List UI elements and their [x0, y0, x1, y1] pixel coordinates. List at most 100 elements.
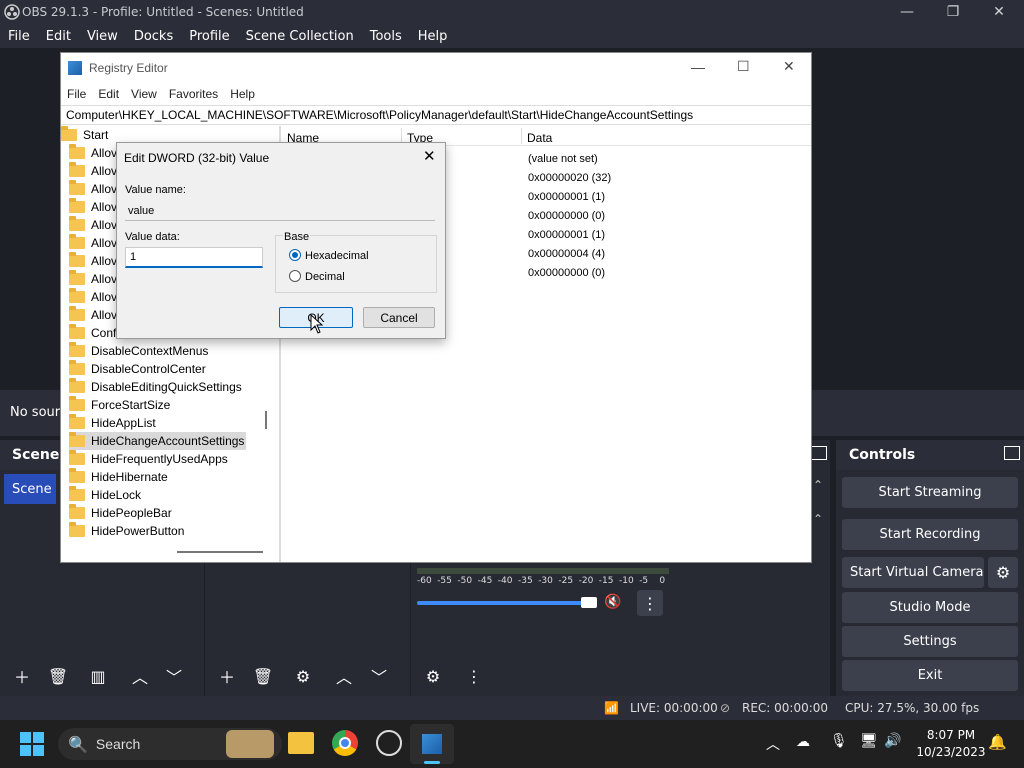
- chevron-updown-icon[interactable]: ⌃: [813, 512, 823, 526]
- tree-item[interactable]: Allov: [69, 288, 117, 306]
- tree-item-start[interactable]: Start: [61, 126, 108, 144]
- add-scene-plus-icon[interactable]: ＋: [8, 663, 36, 689]
- file-explorer-icon[interactable]: [288, 732, 314, 754]
- source-down-chevron-icon[interactable]: ﹀: [365, 663, 393, 689]
- onedrive-icon[interactable]: ☁: [796, 734, 810, 750]
- menu-docks[interactable]: Docks: [126, 29, 181, 44]
- reg-menu-favorites[interactable]: Favorites: [169, 87, 218, 101]
- folder-icon: [69, 342, 85, 357]
- chrome-icon[interactable]: [332, 730, 358, 756]
- tree-item[interactable]: DisableControlCenter: [69, 360, 206, 378]
- tree-scrollbar-thumb[interactable]: [265, 411, 267, 429]
- volume-slider-handle[interactable]: [581, 597, 597, 608]
- menu-profile[interactable]: Profile: [181, 29, 237, 44]
- menu-file[interactable]: File: [0, 29, 38, 44]
- tree-item[interactable]: Allov: [69, 252, 117, 270]
- tree-item[interactable]: HidePowerButton: [69, 522, 184, 540]
- tree-item[interactable]: ForceStartSize: [69, 396, 170, 414]
- settings-button[interactable]: Settings: [842, 626, 1018, 657]
- start-virtual-camera-button[interactable]: Start Virtual Camera: [842, 557, 984, 588]
- source-up-chevron-icon[interactable]: ︿: [330, 663, 358, 689]
- move-down-chevron-icon[interactable]: ﹀: [160, 663, 188, 689]
- close-button[interactable]: ✕: [976, 0, 1022, 24]
- tree-item[interactable]: Allov: [69, 234, 117, 252]
- maximize-button[interactable]: ❐: [930, 0, 976, 24]
- remove-source-trash-icon[interactable]: 🗑: [249, 663, 277, 689]
- exit-button[interactable]: Exit: [842, 660, 1018, 691]
- microphone-icon[interactable]: 🎙: [830, 733, 848, 749]
- value-data-input[interactable]: 1: [125, 247, 263, 268]
- start-windows-icon[interactable]: [20, 732, 44, 756]
- reg-menu-file[interactable]: File: [67, 87, 86, 101]
- menu-edit[interactable]: Edit: [38, 29, 79, 44]
- start-streaming-button[interactable]: Start Streaming: [842, 477, 1018, 508]
- undock-icon[interactable]: [811, 446, 827, 460]
- folder-icon: [69, 144, 85, 159]
- tree-item[interactable]: HideChangeAccountSettings: [69, 432, 247, 450]
- remove-scene-trash-icon[interactable]: 🗑: [44, 663, 72, 689]
- clock-date[interactable]: 10/23/2023: [916, 745, 986, 759]
- move-up-chevron-icon[interactable]: ︿: [126, 663, 154, 689]
- add-source-plus-icon[interactable]: ＋: [213, 663, 241, 689]
- tree-item[interactable]: Allov: [69, 198, 117, 216]
- tree-item[interactable]: Allov: [69, 216, 117, 234]
- tree-item[interactable]: DisableContextMenus: [69, 342, 208, 360]
- scene-item[interactable]: Scene: [4, 474, 56, 504]
- mute-icon[interactable]: 🔇: [604, 594, 621, 610]
- clock-time[interactable]: 8:07 PM: [922, 728, 980, 742]
- taskbar-search-box[interactable]: 🔍 Search: [58, 728, 282, 760]
- start-recording-button[interactable]: Start Recording: [842, 519, 1018, 550]
- address-bar[interactable]: Computer\HKEY_LOCAL_MACHINE\SOFTWARE\Mic…: [61, 105, 811, 125]
- notification-bell-icon[interactable]: 🔔: [988, 733, 1007, 751]
- tree-item[interactable]: Allov: [69, 306, 117, 324]
- registry-maximize-button[interactable]: ☐: [737, 58, 750, 75]
- volume-slider[interactable]: [417, 601, 587, 605]
- tree-item[interactable]: Conf: [69, 324, 116, 342]
- advanced-audio-gear-icon[interactable]: ⚙: [419, 663, 447, 689]
- value-name-field[interactable]: value: [125, 201, 435, 221]
- volume-icon[interactable]: 🔊: [884, 733, 901, 749]
- hexadecimal-radio[interactable]: [289, 249, 301, 261]
- folder-icon: [69, 486, 85, 501]
- dialog-close-button[interactable]: ✕: [423, 147, 436, 165]
- scene-filters-icon[interactable]: ▥: [84, 663, 112, 689]
- reg-menu-edit[interactable]: Edit: [98, 87, 119, 101]
- tree-item[interactable]: HidePeopleBar: [69, 504, 172, 522]
- tree-item[interactable]: Allov: [69, 180, 117, 198]
- chevron-updown-icon[interactable]: ⌃: [813, 478, 823, 492]
- tree-item[interactable]: Allov: [69, 162, 117, 180]
- tree-item[interactable]: HideAppList: [69, 414, 156, 432]
- tree-item[interactable]: Allov: [69, 144, 117, 162]
- decimal-radio[interactable]: [289, 270, 301, 282]
- menu-tools[interactable]: Tools: [362, 29, 410, 44]
- cancel-button[interactable]: Cancel: [363, 307, 435, 328]
- menu-scene-collection[interactable]: Scene Collection: [238, 29, 362, 44]
- tree-item[interactable]: DisableEditingQuickSettings: [69, 378, 242, 396]
- source-properties-gear-icon[interactable]: ⚙: [289, 663, 317, 689]
- menu-view[interactable]: View: [79, 29, 126, 44]
- registry-minimize-button[interactable]: —: [691, 59, 705, 75]
- reg-menu-help[interactable]: Help: [230, 87, 255, 101]
- mixer-menu-icon[interactable]: ⋮: [637, 590, 663, 616]
- undock-icon[interactable]: [1004, 446, 1020, 460]
- network-icon[interactable]: 🖥: [860, 733, 878, 749]
- show-hidden-icons-chevron-icon[interactable]: ︿: [766, 734, 780, 754]
- windows-taskbar: 🔍 Search ︿ ☁ 🎙 🖥 🔊 8:07 PM 10/23/2023 🔔: [0, 720, 1024, 768]
- registry-editor-taskbar-button[interactable]: [410, 724, 454, 764]
- studio-mode-button[interactable]: Studio Mode: [842, 592, 1018, 623]
- obs-menubar: File Edit View Docks Profile Scene Colle…: [0, 24, 1024, 48]
- mixer-options-menu-icon[interactable]: ⋮: [460, 663, 488, 689]
- tree-hscrollbar-thumb[interactable]: [177, 551, 263, 553]
- tree-item-label: Allov: [91, 290, 118, 304]
- tree-item[interactable]: Allov: [69, 270, 117, 288]
- virtual-camera-settings-gear-icon[interactable]: ⚙: [988, 557, 1018, 588]
- tree-item[interactable]: HideHibernate: [69, 468, 168, 486]
- tree-item[interactable]: HideFrequentlyUsedApps: [69, 450, 228, 468]
- registry-close-button[interactable]: ✕: [783, 58, 795, 75]
- tree-item[interactable]: HideLock: [69, 486, 141, 504]
- menu-help[interactable]: Help: [410, 29, 456, 44]
- minimize-button[interactable]: —: [884, 0, 930, 24]
- col-data[interactable]: Data: [527, 131, 552, 145]
- reg-menu-view[interactable]: View: [131, 87, 157, 101]
- obs-taskbar-icon[interactable]: [376, 730, 402, 756]
